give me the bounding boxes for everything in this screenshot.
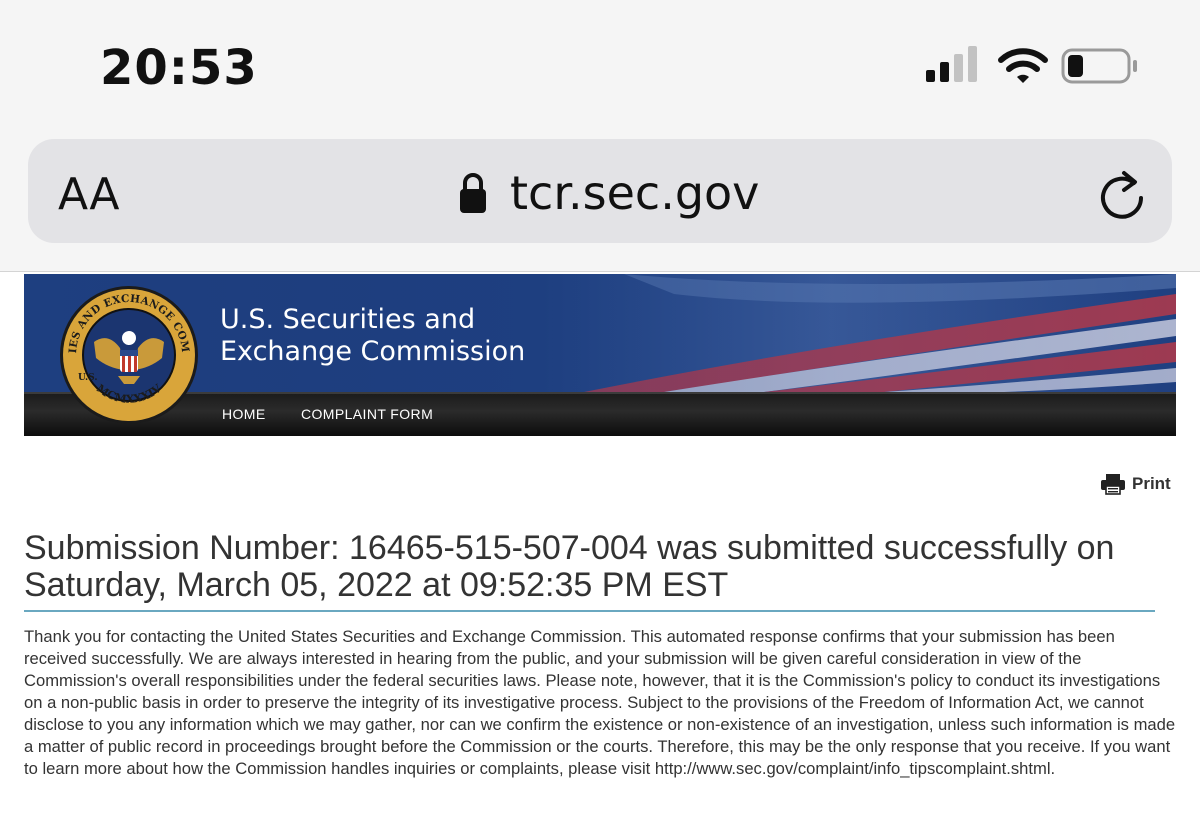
- text-size-label: AA: [58, 169, 120, 220]
- lock-icon: [460, 173, 486, 213]
- reload-icon[interactable]: [1098, 167, 1146, 219]
- heading-divider: [24, 610, 1155, 612]
- cellular-signal-icon: [926, 46, 977, 82]
- site-title-line1: U.S. Securities and: [220, 304, 476, 335]
- site-title-line2: Exchange Commission: [220, 336, 526, 367]
- battery-icon: [1061, 48, 1137, 84]
- site-title[interactable]: U.S. Securities and Exchange Commission: [220, 304, 525, 368]
- url-text: tcr.sec.gov: [510, 166, 760, 220]
- svg-text:U.S.: U.S.: [78, 373, 97, 383]
- sec-seal-logo: SECURITIES AND EXCHANGE COMMISSION MCMXX…: [58, 284, 198, 424]
- wifi-icon: [998, 48, 1048, 83]
- print-link[interactable]: Print: [1100, 473, 1171, 495]
- address-bar[interactable]: AA tcr.sec.gov: [28, 139, 1172, 243]
- confirmation-message: Thank you for contacting the United Stat…: [24, 626, 1176, 780]
- status-time: 20:53: [100, 40, 258, 96]
- printer-icon: [1101, 474, 1125, 495]
- text-size-button[interactable]: AA: [58, 169, 120, 220]
- submission-heading: Submission Number: 16465-515-507-004 was…: [24, 529, 1115, 604]
- status-icons: [924, 44, 1144, 90]
- nav-home-link[interactable]: HOME: [222, 406, 266, 422]
- browser-chrome: 20:53 AA tcr.sec.gov: [0, 0, 1200, 272]
- url-field[interactable]: tcr.sec.gov: [458, 165, 759, 221]
- print-label: Print: [1132, 474, 1171, 493]
- nav-complaint-form-link[interactable]: COMPLAINT FORM: [301, 406, 433, 422]
- confirmation-paragraph: Thank you for contacting the United Stat…: [24, 627, 1176, 778]
